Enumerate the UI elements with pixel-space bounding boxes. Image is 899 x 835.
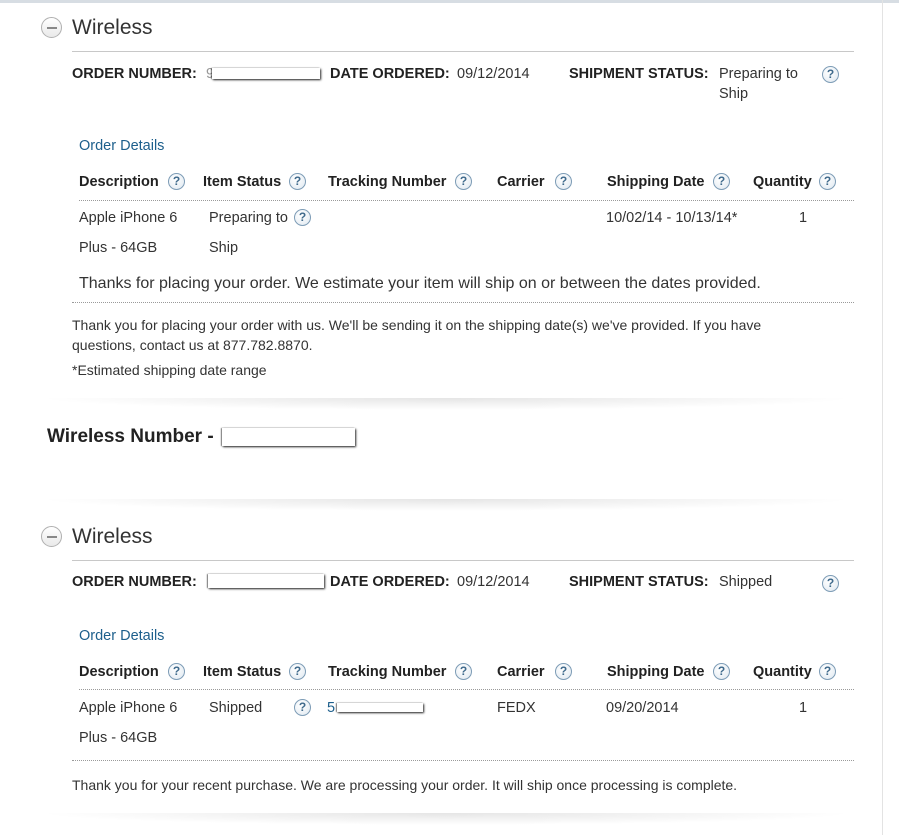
shipment-status-value-line1: Preparing to xyxy=(719,66,798,82)
top-border xyxy=(0,0,899,3)
footnote: *Estimated shipping date range xyxy=(72,362,267,378)
row-quantity: 1 xyxy=(799,700,808,716)
shipment-status-value: Shipped xyxy=(719,574,773,590)
shipment-status-label: SHIPMENT STATUS: xyxy=(569,574,709,590)
footer-message-line2: questions, contact us at 877.782.8870. xyxy=(72,337,313,353)
section-separator xyxy=(36,813,856,825)
date-ordered-label: DATE ORDERED: xyxy=(330,574,450,590)
col-description: Description xyxy=(79,174,159,190)
redaction-box xyxy=(208,574,324,588)
row-item-status-line1: Preparing to xyxy=(209,210,288,226)
col-description: Description xyxy=(79,664,159,680)
row-shipping-date: 09/20/2014 xyxy=(606,700,679,716)
col-carrier: Carrier xyxy=(497,664,545,680)
help-icon[interactable]: ? xyxy=(294,699,311,716)
col-item-status: Item Status xyxy=(203,664,282,680)
order-details-link[interactable]: Order Details xyxy=(79,628,164,644)
redaction-box xyxy=(212,68,320,79)
help-icon[interactable]: ? xyxy=(555,173,572,190)
help-icon[interactable]: ? xyxy=(819,663,836,680)
date-ordered-value: 09/12/2014 xyxy=(457,574,530,590)
col-shipping-date: Shipping Date xyxy=(607,664,705,680)
section-title: Wireless xyxy=(72,525,153,548)
row-item-status-line2: Ship xyxy=(209,240,239,256)
row-description-line1: Apple iPhone 6 xyxy=(79,210,178,226)
help-icon[interactable]: ? xyxy=(822,575,839,592)
help-icon[interactable]: ? xyxy=(289,173,306,190)
table-footer-divider xyxy=(72,302,854,303)
row-quantity: 1 xyxy=(799,210,808,226)
table-header-divider xyxy=(79,689,854,690)
help-icon[interactable]: ? xyxy=(819,173,836,190)
order-number-label: ORDER NUMBER: xyxy=(72,66,197,82)
order-number-label: ORDER NUMBER: xyxy=(72,574,197,590)
shipment-status-label: SHIPMENT STATUS: xyxy=(569,66,709,82)
shipment-status-value-line2: Ship xyxy=(719,86,749,102)
section-title: Wireless xyxy=(72,16,153,39)
table-header-divider xyxy=(79,200,854,201)
help-icon[interactable]: ? xyxy=(555,663,572,680)
col-shipping-date: Shipping Date xyxy=(607,174,705,190)
redaction-box xyxy=(337,703,423,712)
help-icon[interactable]: ? xyxy=(455,173,472,190)
collapse-minus-icon[interactable] xyxy=(41,17,62,38)
col-item-status: Item Status xyxy=(203,174,282,190)
row-description-line1: Apple iPhone 6 xyxy=(79,700,178,716)
help-icon[interactable]: ? xyxy=(713,173,730,190)
right-border xyxy=(882,0,883,835)
help-icon[interactable]: ? xyxy=(168,173,185,190)
date-ordered-value: 09/12/2014 xyxy=(457,66,530,82)
row-description-line2: Plus - 64GB xyxy=(79,730,158,746)
table-footer-divider xyxy=(72,760,854,761)
help-icon[interactable]: ? xyxy=(822,66,839,83)
col-carrier: Carrier xyxy=(497,174,545,190)
row-description-line2: Plus - 64GB xyxy=(79,240,158,256)
col-tracking-number: Tracking Number xyxy=(328,174,447,190)
row-carrier: FEDX xyxy=(497,700,536,716)
help-icon[interactable]: ? xyxy=(713,663,730,680)
date-ordered-label: DATE ORDERED: xyxy=(330,66,450,82)
section-divider xyxy=(72,560,854,561)
collapse-minus-icon[interactable] xyxy=(41,526,62,547)
section-separator xyxy=(36,398,856,410)
section-divider xyxy=(72,51,854,52)
order-details-link[interactable]: Order Details xyxy=(79,138,164,154)
footer-message-line1: Thank you for placing your order with us… xyxy=(72,317,762,333)
col-quantity: Quantity xyxy=(753,174,812,190)
help-icon[interactable]: ? xyxy=(289,663,306,680)
footer-message-line1: Thank you for your recent purchase. We a… xyxy=(72,777,738,793)
section-separator xyxy=(36,499,856,511)
help-icon[interactable]: ? xyxy=(455,663,472,680)
redaction-box xyxy=(222,428,355,446)
tracking-number-link[interactable]: 5 xyxy=(327,700,335,716)
row-shipping-date: 10/02/14 - 10/13/14* xyxy=(606,210,738,226)
row-note: Thanks for placing your order. We estima… xyxy=(79,275,761,292)
help-icon[interactable]: ? xyxy=(168,663,185,680)
row-item-status: Shipped xyxy=(209,700,263,716)
help-icon[interactable]: ? xyxy=(294,209,311,226)
col-tracking-number: Tracking Number xyxy=(328,664,447,680)
col-quantity: Quantity xyxy=(753,664,812,680)
wireless-number-heading: Wireless Number - xyxy=(47,426,214,447)
